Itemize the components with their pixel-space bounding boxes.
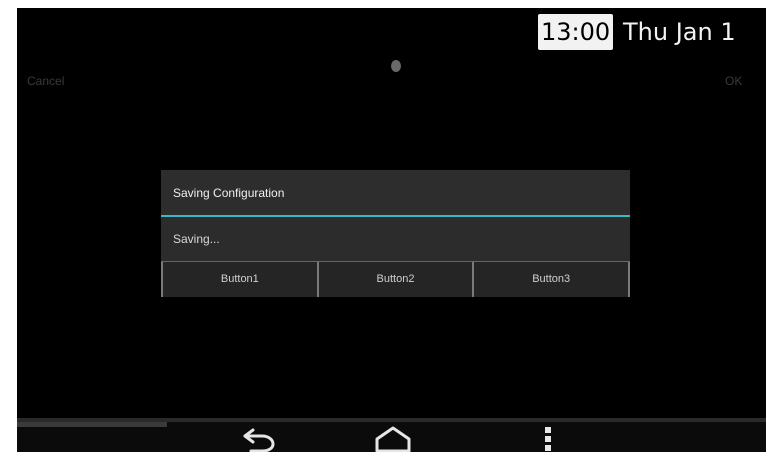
cancel-action[interactable]: Cancel — [27, 74, 64, 88]
home-icon[interactable] — [373, 424, 413, 452]
ok-action[interactable]: OK — [725, 74, 742, 88]
nav-bar-highlight — [17, 422, 167, 427]
device-screen: 13:00 Thu Jan 1 Cancel OK Saving Configu… — [17, 8, 766, 452]
status-time: 13:00 — [538, 14, 614, 50]
navigation-bar — [17, 418, 766, 452]
dialog-message: Saving... — [161, 217, 630, 261]
dialog-title: Saving Configuration — [161, 170, 630, 215]
saving-configuration-dialog: Saving Configuration Saving... Button1 B… — [161, 170, 631, 297]
back-arrow-icon[interactable] — [239, 424, 279, 452]
status-bar: 13:00 Thu Jan 1 — [17, 8, 766, 54]
status-date: Thu Jan 1 — [623, 18, 736, 46]
dialog-button-2[interactable]: Button2 — [316, 262, 473, 297]
dialog-button-row: Button1 Button2 Button3 — [161, 261, 631, 297]
dialog-button-3[interactable]: Button3 — [472, 262, 631, 297]
overflow-menu-icon[interactable] — [528, 424, 568, 452]
dialog-button-1[interactable]: Button1 — [161, 262, 317, 297]
top-indicator-dot — [391, 60, 401, 72]
